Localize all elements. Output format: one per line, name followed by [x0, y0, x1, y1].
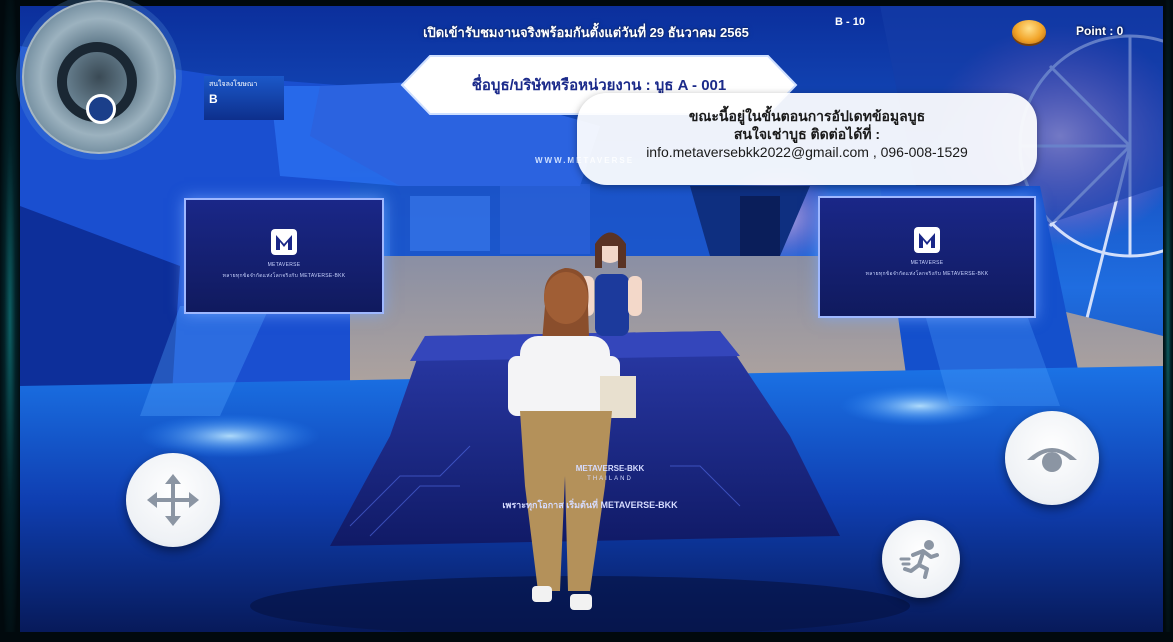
side-sign-small: สนใจลงโฆษณา: [209, 81, 258, 88]
metaverse-logo-icon: [914, 227, 940, 253]
frame-right-glow: [1163, 0, 1173, 642]
screen-right-caption-2: ทลายทุกข้อจำกัดแห่งโลกจริงกับ METAVERSE-…: [865, 271, 989, 277]
side-sign: สนใจลงโฆษณา B: [204, 76, 284, 120]
right-top-sign: B - 10: [835, 16, 865, 28]
running-person-icon: [899, 540, 939, 579]
points-counter: Point : 0: [1076, 24, 1124, 38]
notice-bubble: ขณะนี้อยู่ในขั้นตอนการอัปเดทข้อมูลบูธ สน…: [577, 93, 1037, 185]
notice-line-3: info.metaversebkk2022@gmail.com , 096-00…: [646, 144, 968, 160]
frame-bottom: [0, 632, 1173, 642]
booth-screen-left[interactable]: METAVERSE ทลายทุกข้อจำกัดแห่งโลกจริงกับ …: [184, 198, 384, 314]
counter-sub: THAILAND: [587, 476, 633, 482]
move-joystick-button[interactable]: [126, 453, 220, 547]
side-sign-big: B: [209, 92, 218, 106]
frame-left-glow: [0, 0, 20, 642]
move-arrows-icon: [147, 474, 199, 526]
metaverse-logo-icon: [271, 229, 297, 255]
screen-left-caption-1: METAVERSE: [267, 262, 301, 268]
top-banner: เปิดเข้ารับชมงานจริงพร้อมกันตั้งแต่วันที…: [423, 25, 749, 40]
booth-screen-right[interactable]: METAVERSE ทลายทุกข้อจำกัดแห่งโลกจริงกับ …: [818, 196, 1036, 318]
screen-left-caption-2: ทลายทุกข้อจำกัดแห่งโลกจริงกับ METAVERSE-…: [222, 273, 346, 279]
notice-line-2: สนใจเช่าบูธ ติดต่อได้ที่ :: [733, 126, 881, 142]
coin-icon: [1012, 20, 1046, 44]
minimap[interactable]: [22, 0, 176, 154]
screen-right-caption-1: METAVERSE: [910, 260, 944, 266]
eye-icon: [1027, 448, 1077, 472]
camera-view-button[interactable]: [1005, 411, 1099, 505]
run-button[interactable]: [882, 520, 960, 598]
game-viewport[interactable]: สนใจลงโฆษณา B B - 10 WWW.METAVERSE METAV…: [0, 0, 1173, 642]
notice-line-1: ขณะนี้อยู่ในขั้นตอนการอัปเดทข้อมูลบูธ: [688, 108, 926, 124]
counter-tagline: เพราะทุกโอกาส เริ่มต้นที่ METAVERSE-BKK: [502, 500, 678, 510]
minimap-player-marker: [86, 94, 116, 124]
counter-brand: METAVERSE-BKK: [575, 464, 645, 473]
